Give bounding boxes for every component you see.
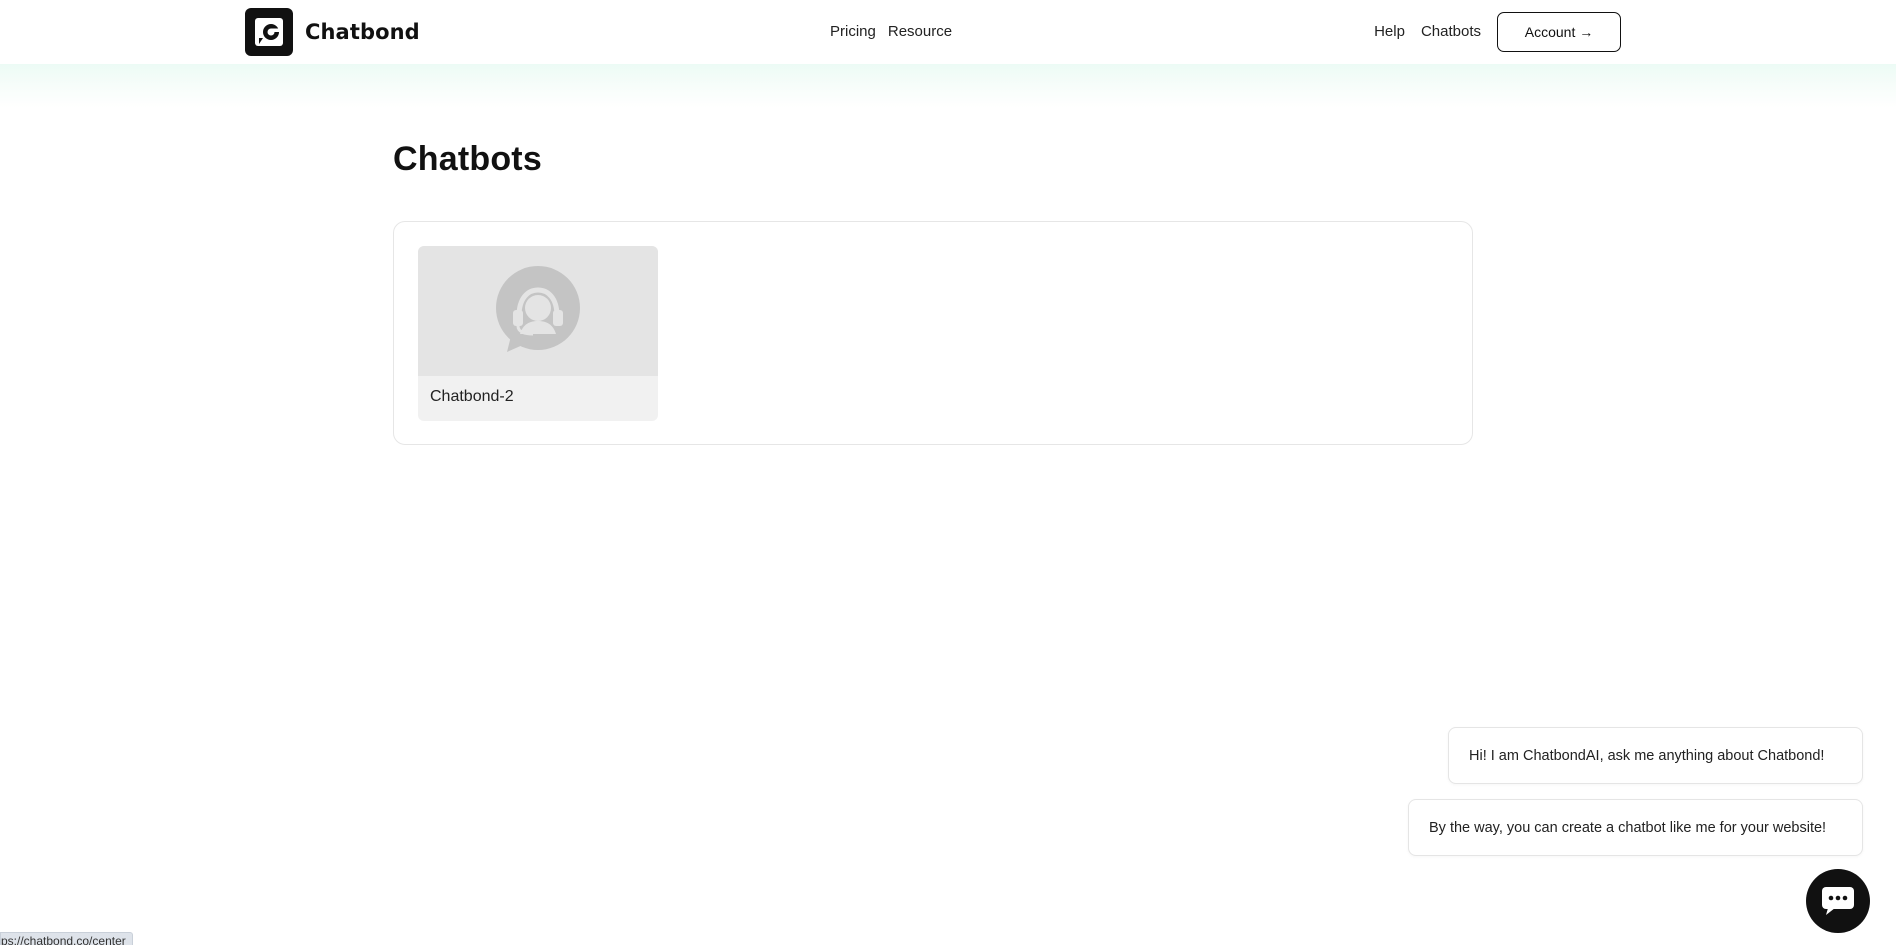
chat-message-text: By the way, you can create a chatbot lik… xyxy=(1429,819,1827,836)
chat-launcher-button[interactable] xyxy=(1806,869,1870,933)
chatbot-card[interactable]: Chatbond-2 xyxy=(418,246,658,421)
chatbots-panel: Chatbond-2 xyxy=(393,221,1473,445)
chatbot-name: Chatbond-2 xyxy=(430,388,514,405)
nav-chatbots-link[interactable]: Chatbots xyxy=(1421,20,1481,44)
page: Chatbond Pricing Resource Help Chatbots … xyxy=(0,0,1896,945)
status-url-text: ps://chatbond.co/center xyxy=(1,934,126,945)
chat-bubble-icon xyxy=(1822,887,1854,915)
nav-pricing-link[interactable]: Pricing xyxy=(830,20,876,44)
nav-help-link[interactable]: Help xyxy=(1374,20,1405,44)
nav-resource-link[interactable]: Resource xyxy=(888,20,952,44)
brand-logo-link[interactable]: Chatbond xyxy=(245,8,420,56)
brand-name: Chatbond xyxy=(305,20,420,44)
status-bar-url: ps://chatbond.co/center xyxy=(0,932,133,945)
page-title: Chatbots xyxy=(393,140,542,178)
chatbond-logo-icon xyxy=(245,8,293,56)
headset-chat-icon xyxy=(496,266,580,352)
top-navbar: Chatbond Pricing Resource Help Chatbots … xyxy=(0,0,1896,64)
chat-message-text: Hi! I am ChatbondAI, ask me anything abo… xyxy=(1469,747,1825,764)
chat-greeting-bubble[interactable]: Hi! I am ChatbondAI, ask me anything abo… xyxy=(1448,727,1863,784)
account-button[interactable]: Account → xyxy=(1497,12,1621,52)
chatbot-thumbnail xyxy=(418,246,658,376)
user-nav: Help Chatbots Account → xyxy=(1374,12,1621,52)
header-gradient xyxy=(0,64,1896,108)
chat-promo-bubble[interactable]: By the way, you can create a chatbot lik… xyxy=(1408,799,1863,856)
main-nav: Pricing Resource xyxy=(830,20,952,44)
